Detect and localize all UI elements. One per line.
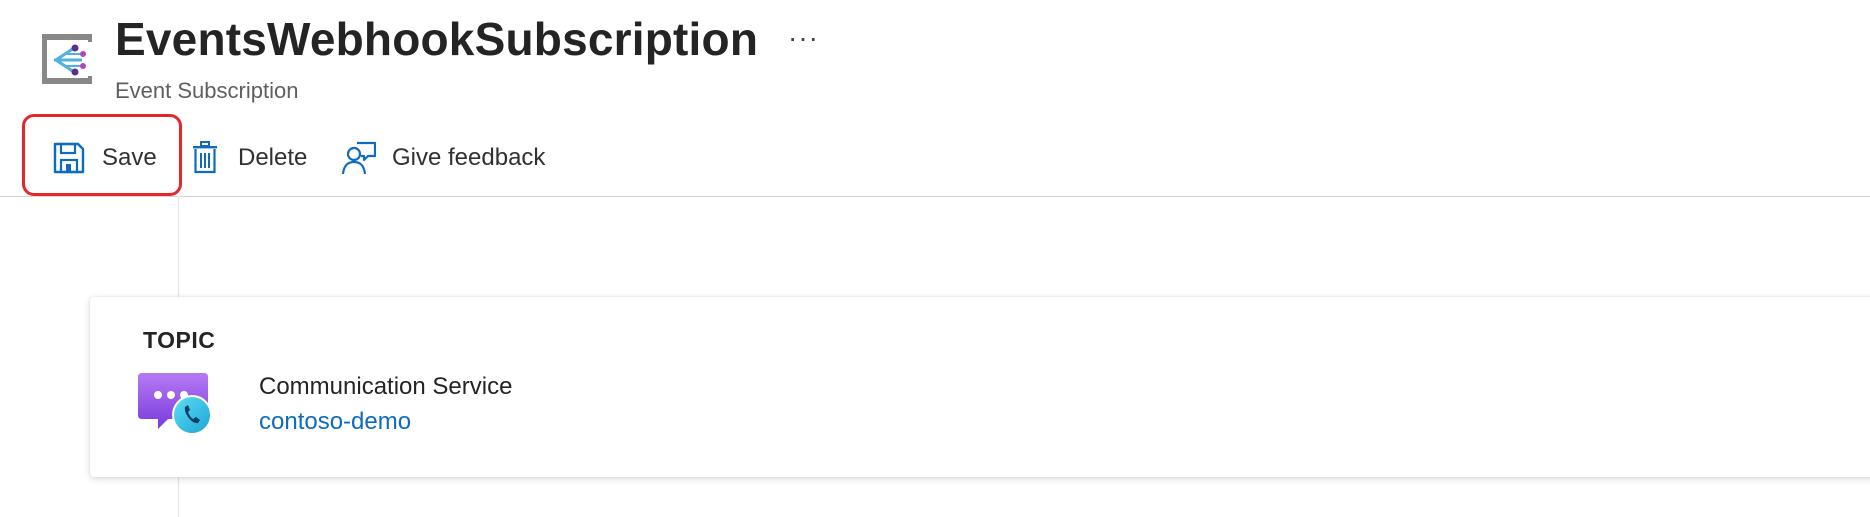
- save-icon: [53, 142, 85, 174]
- page-header: EventsWebhookSubscription ··· Event Subs…: [0, 0, 1870, 110]
- give-feedback-label: Give feedback: [392, 144, 546, 171]
- command-bar: Save Delete Give feedback: [0, 112, 1870, 197]
- delete-button[interactable]: Delete: [192, 138, 307, 178]
- topic-card: TOPIC Communication Service contoso-demo: [90, 297, 1870, 477]
- save-button[interactable]: Save: [52, 138, 157, 178]
- topic-resource-link[interactable]: contoso-demo: [259, 408, 411, 436]
- page-title: EventsWebhookSubscription: [115, 13, 759, 65]
- page: EventsWebhookSubscription ··· Event Subs…: [0, 0, 1870, 517]
- give-feedback-button[interactable]: Give feedback: [342, 138, 545, 178]
- feedback-icon: [342, 141, 376, 175]
- event-subscription-icon: [38, 30, 96, 88]
- delete-button-label: Delete: [238, 144, 308, 171]
- page-subtitle: Event Subscription: [115, 78, 299, 103]
- topic-type: Communication Service: [259, 373, 513, 400]
- trash-icon: [193, 141, 217, 174]
- communication-service-icon: [138, 371, 212, 435]
- topic-section-label: TOPIC: [143, 327, 216, 353]
- save-button-label: Save: [102, 144, 157, 171]
- more-options-button[interactable]: ···: [788, 22, 819, 54]
